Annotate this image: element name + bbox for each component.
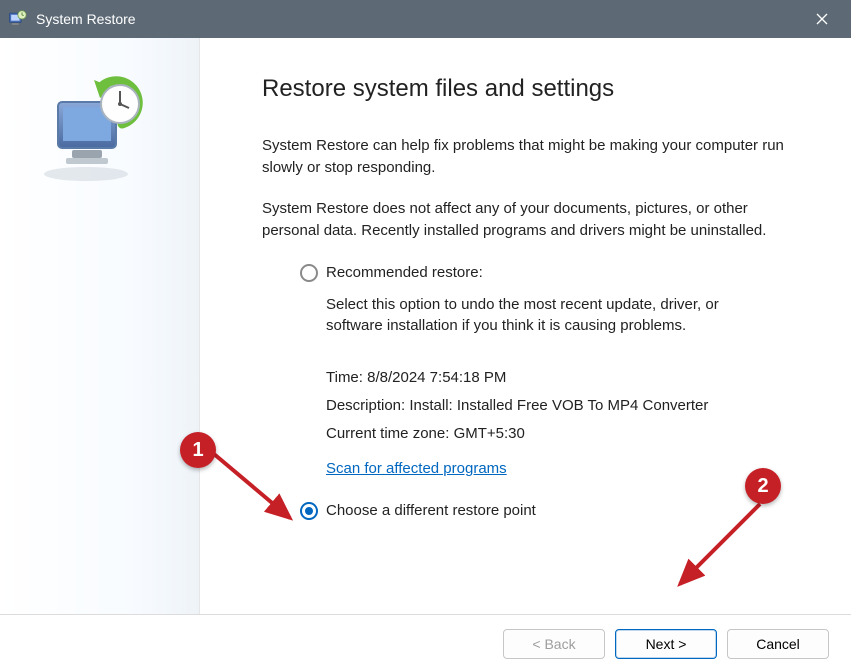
intro-paragraph-2: System Restore does not affect any of yo… <box>262 198 802 242</box>
scan-affected-programs-link[interactable]: Scan for affected programs <box>326 458 507 480</box>
restore-hero-icon <box>28 74 148 184</box>
restore-description: Description: Install: Installed Free VOB… <box>326 395 805 417</box>
window-title: System Restore <box>36 11 136 27</box>
cancel-button[interactable]: Cancel <box>727 629 829 659</box>
side-panel <box>0 38 200 614</box>
radio-recommended-restore[interactable]: Recommended restore: <box>300 262 805 284</box>
titlebar: System Restore <box>0 0 851 38</box>
annotation-arrow-1 <box>208 448 308 538</box>
next-button[interactable]: Next > <box>615 629 717 659</box>
system-restore-icon <box>6 8 28 30</box>
annotation-marker-2: 2 <box>745 468 781 504</box>
radio-label: Choose a different restore point <box>326 500 536 522</box>
footer-button-bar: < Back Next > Cancel <box>0 614 851 672</box>
annotation-marker-1: 1 <box>180 432 216 468</box>
restore-time: Time: 8/8/2024 7:54:18 PM <box>326 367 805 389</box>
restore-point-info: Time: 8/8/2024 7:54:18 PM Description: I… <box>326 367 805 444</box>
annotation-arrow-2 <box>668 498 778 598</box>
restore-timezone: Current time zone: GMT+5:30 <box>326 423 805 445</box>
intro-paragraph-1: System Restore can help fix problems tha… <box>262 135 802 179</box>
radio-label: Recommended restore: <box>326 262 483 284</box>
recommended-description: Select this option to undo the most rece… <box>326 294 766 338</box>
close-button[interactable] <box>799 0 845 38</box>
radio-icon <box>300 264 318 282</box>
back-button[interactable]: < Back <box>503 629 605 659</box>
page-heading: Restore system files and settings <box>262 72 805 107</box>
